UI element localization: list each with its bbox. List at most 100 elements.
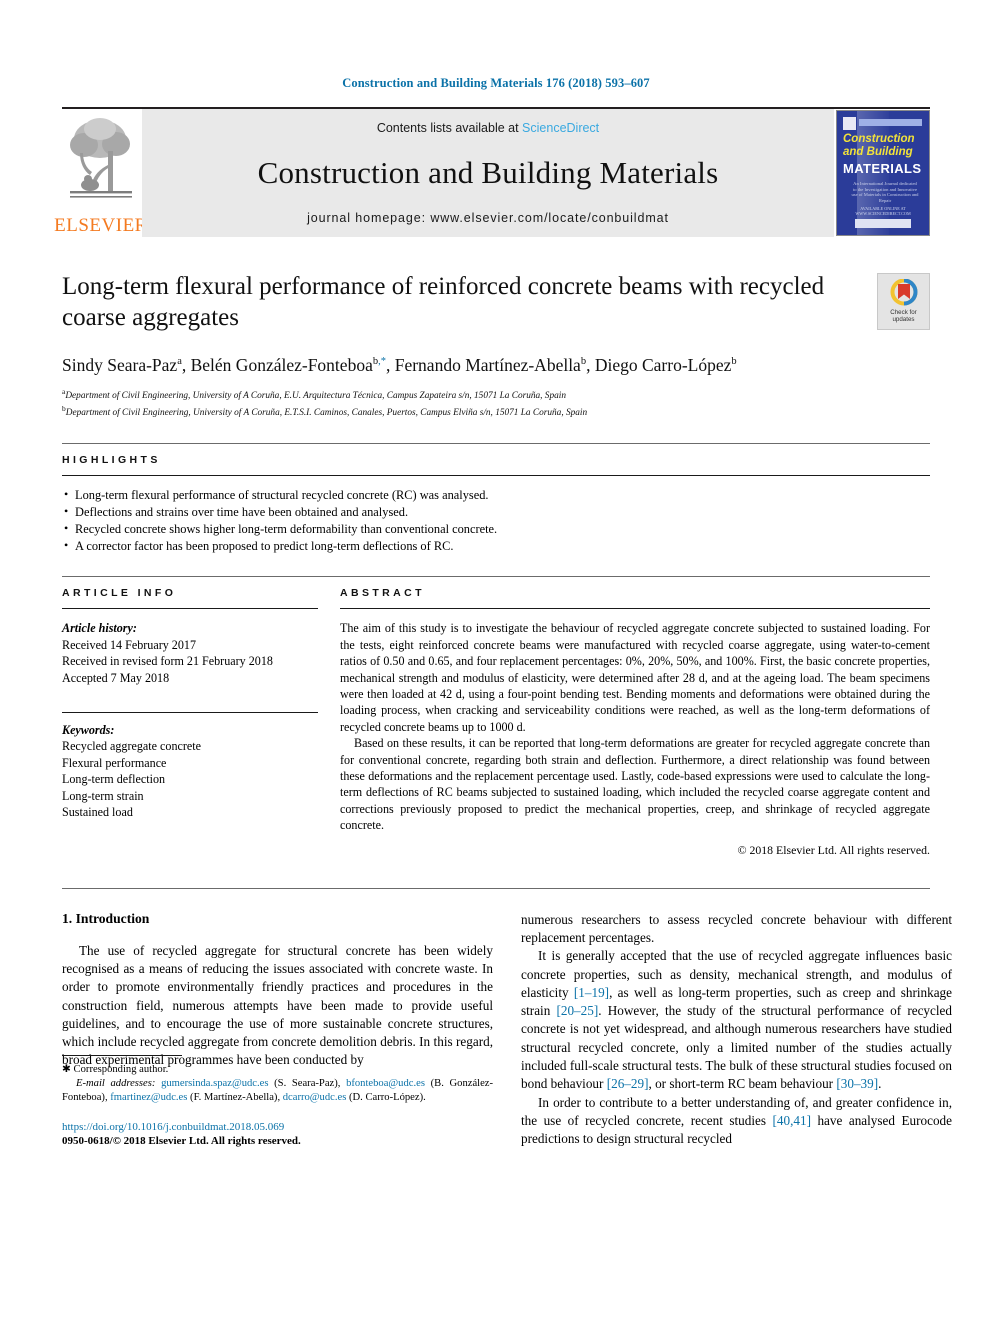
affiliation-text: Department of Civil Engineering, Univers… <box>65 390 566 401</box>
citation-ref[interactable]: [40,41] <box>773 1113 811 1128</box>
author-name[interactable]: Belén González-Fonteboa <box>191 355 373 375</box>
keywords-body: Keywords: Recycled aggregate concrete Fl… <box>62 722 318 820</box>
highlights-divider <box>62 475 930 477</box>
abstract-paragraph: Based on these results, it can be report… <box>340 736 930 833</box>
cover-title-line3: MATERIALS <box>843 161 922 176</box>
elsevier-logo: ELSEVIER <box>54 109 147 237</box>
paragraph-part: . <box>878 1076 882 1092</box>
corresponding-author-label: Corresponding author. <box>73 1063 169 1075</box>
history-item: Received 14 February 2017 <box>62 637 196 652</box>
journal-cover-thumbnail: Construction and Building MATERIALS An I… <box>836 110 930 236</box>
citation-ref[interactable]: [26–29] <box>607 1076 649 1091</box>
author-name[interactable]: Sindy Seara-Paz <box>62 355 177 375</box>
footnote-divider <box>62 1054 182 1056</box>
sciencedirect-link[interactable]: ScienceDirect <box>522 121 599 135</box>
highlights-heading: HIGHLIGHTS <box>62 454 161 467</box>
article-history-label: Article history: <box>62 621 137 636</box>
affiliation-text: Department of Civil Engineering, Univers… <box>65 407 588 418</box>
journal-title: Construction and Building Materials <box>257 155 719 190</box>
list-item: Deflections and strains over time have b… <box>62 503 930 521</box>
paragraph: In order to contribute to a better under… <box>521 1094 952 1149</box>
cover-footer-block <box>855 219 911 228</box>
corresponding-author-mark: ,* <box>378 356 386 367</box>
email-label: E-mail addresses: <box>76 1078 156 1090</box>
paragraph: It is generally accepted that the use of… <box>521 947 952 1093</box>
body-text-left: The use of recycled aggregate for struct… <box>62 942 493 1070</box>
journal-homepage-link[interactable]: journal homepage: www.elsevier.com/locat… <box>307 211 669 225</box>
crossmark-caption-line1: Check for <box>890 309 917 316</box>
list-item: Recycled concrete shows higher long-term… <box>62 520 930 538</box>
abstract-paragraph: The aim of this study is to investigate … <box>340 621 930 734</box>
body-left-column: 1. Introduction The use of recycled aggr… <box>62 911 493 1149</box>
keyword-item: Sustained load <box>62 805 133 820</box>
email-link[interactable]: fmartinez@udc.es <box>110 1092 187 1103</box>
keyword-item: Flexural performance <box>62 755 167 770</box>
list-item: Long-term flexural performance of struct… <box>62 486 930 504</box>
list-item: A corrector factor has been proposed to … <box>62 537 930 555</box>
asterisk-icon: ✱ <box>62 1063 71 1075</box>
author-name[interactable]: Fernando Martínez-Abella <box>395 355 581 375</box>
author-affil-sup: b <box>580 356 587 367</box>
cover-title-line1: Construction <box>843 133 915 145</box>
article-info-column: ARTICLE INFO Article history: Received 1… <box>62 587 318 857</box>
email-addresses: E-mail addresses: gumersinda.spaz@udc.es… <box>62 1077 493 1105</box>
article-info-heading: ARTICLE INFO <box>62 587 177 600</box>
affiliation-item: aDepartment of Civil Engineering, Univer… <box>62 386 930 403</box>
citation-ref[interactable]: [20–25] <box>556 1003 598 1018</box>
abstract-body: The aim of this study is to investigate … <box>340 620 930 833</box>
history-item: Received in revised form 21 February 201… <box>62 654 273 669</box>
keyword-item: Long-term strain <box>62 788 144 803</box>
article-info-divider <box>62 608 318 610</box>
author-list: Sindy Seara-Paza, Belén González-Fontebo… <box>62 354 737 375</box>
abstract-divider <box>340 608 930 610</box>
crossmark-caption: Check for updates <box>890 309 916 324</box>
email-link[interactable]: bfonteboa@udc.es <box>346 1078 425 1089</box>
affiliations: aDepartment of Civil Engineering, Univer… <box>62 386 930 419</box>
cover-blurb: An International Journal dedicated to th… <box>851 181 919 203</box>
page-title: Long-term flexural performance of reinfo… <box>62 273 825 331</box>
running-head: Construction and Building Materials 176 … <box>342 76 650 90</box>
paragraph: The use of recycled aggregate for struct… <box>62 942 493 1068</box>
email-owner: (F. Martínez-Abella), <box>190 1092 281 1104</box>
email-owner: (D. Carro-López). <box>348 1092 426 1104</box>
footnote-text: ✱ Corresponding author. E-mail addresses… <box>62 1063 493 1106</box>
elsevier-tree-icon <box>70 118 132 198</box>
highlights-list: Long-term flexural performance of struct… <box>62 486 930 555</box>
citation-ref[interactable]: [30–39] <box>836 1076 878 1091</box>
doi-block: https://doi.org/10.1016/j.conbuildmat.20… <box>62 1120 493 1149</box>
paper-page: Construction and Building Materials 176 … <box>0 0 992 1323</box>
cover-footer-line: AVAILABLE ONLINE AT WWW.SCIENCEDIRECT.CO… <box>855 206 911 216</box>
email-link[interactable]: dcarro@udc.es <box>283 1092 347 1103</box>
email-link[interactable]: gumersinda.spaz@udc.es <box>161 1078 268 1089</box>
author-affil-sup: b <box>731 356 737 367</box>
abstract-heading: ABSTRACT <box>340 587 425 600</box>
crossmark-icon <box>890 279 917 306</box>
keywords-label: Keywords: <box>62 723 115 738</box>
doi-link[interactable]: https://doi.org/10.1016/j.conbuildmat.20… <box>62 1120 493 1135</box>
crossmark-caption-line2: updates <box>892 316 915 324</box>
keywords-block: Keywords: Recycled aggregate concrete Fl… <box>62 712 318 820</box>
elsevier-wordmark: ELSEVIER <box>54 215 148 236</box>
body-columns: 1. Introduction The use of recycled aggr… <box>62 887 952 1149</box>
body-text-right: numerous researchers to assess recycled … <box>521 911 952 1149</box>
contents-prefix: Contents lists available at <box>376 121 523 135</box>
cover-publisher-logo-icon <box>843 117 856 130</box>
highlights-section: HIGHLIGHTS Long-term flexural performanc… <box>62 443 930 554</box>
citation-ref[interactable]: [1–19] <box>574 985 609 1000</box>
copyright-line: © 2018 Elsevier Ltd. All rights reserved… <box>737 842 930 857</box>
footnote-block: ✱ Corresponding author. E-mail addresses… <box>62 1054 493 1149</box>
article-history: Article history: Received 14 February 20… <box>62 620 318 686</box>
cover-title-line2: and Building <box>843 146 913 158</box>
body-right-column: numerous researchers to assess recycled … <box>521 911 952 1149</box>
contents-line: Contents lists available at ScienceDirec… <box>377 121 599 135</box>
issn-copyright-line: 0950-0618/© 2018 Elsevier Ltd. All right… <box>62 1135 301 1148</box>
crossmark-badge[interactable]: Check for updates <box>877 273 930 330</box>
keyword-item: Long-term deflection <box>62 772 166 787</box>
corresponding-author-note: ✱ Corresponding author. <box>62 1063 493 1077</box>
abstract-column: ABSTRACT The aim of this study is to inv… <box>340 587 930 857</box>
paragraph: numerous researchers to assess recycled … <box>521 911 952 945</box>
title-block: Check for updates Long-term flexural per… <box>62 271 930 419</box>
author-name[interactable]: Diego Carro-López <box>595 355 732 375</box>
paragraph-part: , or short-term RC beam behaviour <box>648 1076 837 1092</box>
author-affil-sup: a <box>177 356 182 367</box>
